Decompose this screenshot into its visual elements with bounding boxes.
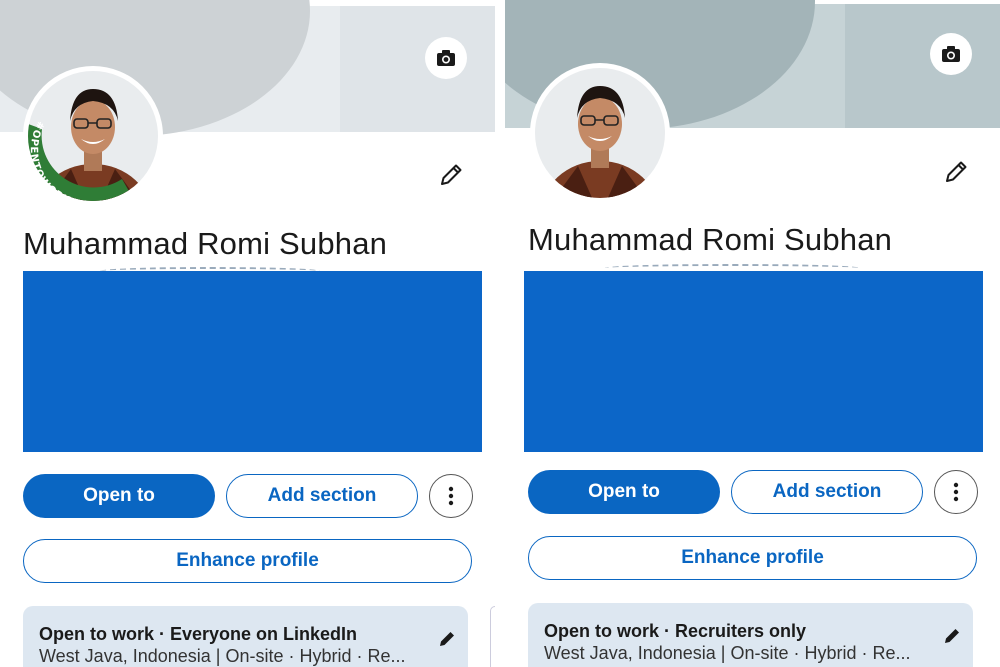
edit-icon bbox=[440, 632, 454, 646]
cover-stripe bbox=[845, 4, 1000, 128]
redaction-box bbox=[23, 271, 482, 452]
camera-icon bbox=[942, 46, 960, 62]
avatar bbox=[535, 68, 665, 198]
profile-photo[interactable] bbox=[530, 63, 670, 203]
profile-name: Muhammad Romi Subhan bbox=[23, 226, 388, 261]
edit-open-to-work-button[interactable] bbox=[939, 623, 965, 649]
edit-cover-photo-button[interactable] bbox=[425, 37, 467, 79]
profile-photo[interactable]: #OPENTOWORK bbox=[23, 66, 163, 206]
more-options-button[interactable] bbox=[934, 470, 978, 514]
pencil-icon bbox=[946, 161, 967, 182]
cover-stripe bbox=[340, 6, 495, 132]
open-to-work-card[interactable]: Open to work · Recruiters only West Java… bbox=[528, 603, 973, 667]
enhance-profile-button[interactable]: Enhance profile bbox=[23, 539, 472, 583]
open-to-work-details: West Java, Indonesia | On-site · Hybrid … bbox=[39, 646, 406, 666]
open-to-button[interactable]: Open to bbox=[528, 470, 720, 514]
add-section-button[interactable]: Add section bbox=[731, 470, 923, 514]
open-to-button[interactable]: Open to bbox=[23, 474, 215, 518]
open-to-work-title: Open to work · Everyone on LinkedIn bbox=[39, 624, 358, 644]
camera-icon bbox=[437, 50, 455, 66]
edit-icon bbox=[945, 629, 959, 643]
edit-cover-photo-button[interactable] bbox=[930, 33, 972, 75]
profile-panel-recruiters: Muhammad Romi Subhan Open to Add section… bbox=[505, 0, 1000, 667]
open-to-work-details: West Java, Indonesia | On-site · Hybrid … bbox=[544, 643, 911, 663]
edit-intro-button[interactable] bbox=[939, 155, 973, 189]
add-section-button[interactable]: Add section bbox=[226, 474, 418, 518]
edit-open-to-work-button[interactable] bbox=[434, 626, 460, 652]
more-vertical-icon bbox=[448, 486, 454, 506]
enhance-profile-button[interactable]: Enhance profile bbox=[528, 536, 977, 580]
more-vertical-icon bbox=[953, 482, 959, 502]
pencil-icon bbox=[441, 164, 462, 185]
avatar: #OPENTOWORK bbox=[28, 71, 158, 203]
more-options-button[interactable] bbox=[429, 474, 473, 518]
redaction-box bbox=[524, 271, 983, 452]
profile-panel-everyone: #OPENTOWORK Muhammad Romi Subhan Open to… bbox=[0, 0, 495, 667]
edit-intro-button[interactable] bbox=[434, 158, 468, 192]
open-to-work-card[interactable]: Open to work · Everyone on LinkedIn West… bbox=[23, 606, 468, 667]
panel-divider bbox=[495, 0, 505, 667]
profile-name: Muhammad Romi Subhan bbox=[528, 222, 893, 257]
open-to-work-title: Open to work · Recruiters only bbox=[544, 621, 807, 641]
